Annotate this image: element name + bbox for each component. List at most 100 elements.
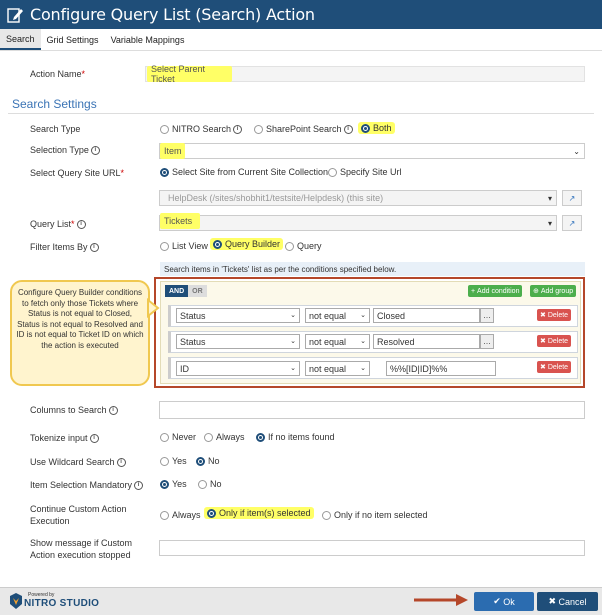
radio-selected-icon xyxy=(256,432,265,442)
radio-icon xyxy=(198,479,207,489)
action-name-value: Select Parent Ticket xyxy=(147,64,232,84)
close-icon: ✖ xyxy=(540,338,548,345)
delete-rule-button[interactable]: ✖ Delete xyxy=(537,309,572,321)
selection-type-value: Item xyxy=(160,143,185,159)
tab-variable-mappings[interactable]: Variable Mappings xyxy=(105,29,191,50)
tab-grid-settings[interactable]: Grid Settings xyxy=(41,29,105,50)
radio-list-view[interactable]: List View xyxy=(160,241,208,251)
add-condition-button[interactable]: + Add condition xyxy=(468,285,523,297)
rule-value-input[interactable]: %%[ID|ID]%% xyxy=(386,361,496,376)
radio-icon xyxy=(160,124,169,134)
cancel-button[interactable]: ✖ Cancel xyxy=(537,592,598,611)
info-icon: i xyxy=(134,481,144,491)
radio-wildcard-no[interactable]: No xyxy=(196,456,220,466)
mandatory-label: Item Selection Mandatory i xyxy=(30,480,144,491)
radio-selected-icon xyxy=(160,167,169,177)
ok-button[interactable]: ✔ Ok xyxy=(474,592,534,611)
logo-top-text: Powered by xyxy=(28,592,55,598)
or-button[interactable]: OR xyxy=(188,285,207,297)
show-message-input[interactable] xyxy=(159,540,585,556)
show-message-label-line1: Show message if Custom xyxy=(30,538,133,548)
close-icon: ✖ xyxy=(540,364,548,371)
delete-rule-button[interactable]: ✖ Delete xyxy=(537,335,572,347)
nitro-logo-icon xyxy=(10,593,22,609)
open-link-icon[interactable]: ↗ xyxy=(562,190,582,206)
callout-pointer xyxy=(147,298,160,319)
rule-operator-select[interactable]: not equal ⌄ xyxy=(305,361,370,376)
radio-mandatory-no[interactable]: No xyxy=(198,479,222,489)
search-type-label: Search Type xyxy=(30,124,81,134)
info-icon: i xyxy=(89,243,99,253)
window-title: Configure Query List (Search) Action xyxy=(30,5,315,24)
radio-sharepoint-search[interactable]: SharePoint Search i xyxy=(254,124,353,134)
logo-main-text: NITRO STUDIO xyxy=(24,598,100,609)
add-group-button[interactable]: ⊕ Add group xyxy=(530,285,577,297)
filter-items-label: Filter Items By i xyxy=(30,242,99,253)
radio-query-builder[interactable]: Query Builder xyxy=(210,238,284,250)
columns-to-search-input[interactable] xyxy=(159,401,585,419)
wildcard-label: Use Wildcard Search i xyxy=(30,457,126,468)
open-link-icon[interactable]: ↗ xyxy=(562,215,582,231)
tokenize-label: Tokenize input i xyxy=(30,433,99,444)
radio-current-site[interactable]: Select Site from Current Site Collection xyxy=(160,167,328,177)
radio-icon xyxy=(160,456,169,466)
continue-execution-label-line1: Continue Custom Action xyxy=(30,504,127,514)
tab-search[interactable]: Search xyxy=(0,29,41,50)
site-select[interactable]: HelpDesk (/sites/shobhit1/testsite/Helpd… xyxy=(159,190,557,206)
check-icon: ✔ xyxy=(493,596,504,606)
radio-selected-icon xyxy=(196,456,205,466)
rule-field-select[interactable]: ID ⌄ xyxy=(176,361,300,376)
radio-mandatory-yes[interactable]: Yes xyxy=(160,479,187,489)
plus-circle-icon: ⊕ xyxy=(533,288,541,295)
radio-nitro-search[interactable]: NITRO Search i xyxy=(160,124,243,134)
radio-only-if-selected[interactable]: Only if item(s) selected xyxy=(204,507,314,519)
radio-query[interactable]: Query xyxy=(285,241,322,251)
rule-value-input[interactable]: Resolved xyxy=(373,334,480,349)
pointer-arrow xyxy=(414,594,468,606)
radio-icon xyxy=(160,241,169,251)
close-icon: ✖ xyxy=(540,312,548,319)
query-builder-header: Search items in 'Tickets' list as per th… xyxy=(160,262,585,276)
rule-operator-select[interactable]: not equal ⌄ xyxy=(305,334,370,349)
radio-never[interactable]: Never xyxy=(160,432,196,442)
rule-value-input[interactable]: Closed xyxy=(373,308,480,323)
radio-only-if-none[interactable]: Only if no item selected xyxy=(322,510,428,520)
delete-rule-button[interactable]: ✖ Delete xyxy=(537,361,572,373)
radio-wildcard-yes[interactable]: Yes xyxy=(160,456,187,466)
radio-icon xyxy=(160,432,169,442)
chevron-down-icon: ⌄ xyxy=(360,312,366,319)
radio-exec-always[interactable]: Always xyxy=(160,510,201,520)
rule-field-select[interactable]: Status ⌄ xyxy=(176,308,300,323)
chevron-down-icon: ⌄ xyxy=(360,338,366,345)
ellipsis-button[interactable]: … xyxy=(480,308,494,323)
rule-operator-select[interactable]: not equal ⌄ xyxy=(305,308,370,323)
radio-both[interactable]: Both xyxy=(358,122,395,134)
info-icon: i xyxy=(116,458,126,468)
radio-selected-icon xyxy=(361,123,370,133)
query-list-value: Tickets xyxy=(160,213,200,229)
info-icon: i xyxy=(343,124,353,134)
radio-icon xyxy=(160,510,169,520)
radio-selected-icon xyxy=(160,479,169,489)
continue-execution-label-line2: Execution xyxy=(30,516,70,526)
radio-icon xyxy=(204,432,213,442)
selection-type-label: Selection Type i xyxy=(30,145,100,156)
query-list-select[interactable]: ▾ xyxy=(159,215,557,231)
radio-icon xyxy=(328,167,337,177)
radio-specify-site[interactable]: Specify Site Url xyxy=(328,167,402,177)
radio-selected-icon xyxy=(207,508,216,518)
show-message-label-line2: Action execution stopped xyxy=(30,550,131,560)
radio-always[interactable]: Always xyxy=(204,432,245,442)
query-site-label: Select Query Site URL* xyxy=(30,168,125,178)
chevron-down-icon: ⌄ xyxy=(360,365,366,372)
rule-field-select[interactable]: Status ⌄ xyxy=(176,334,300,349)
selection-type-select[interactable]: ⌄ xyxy=(159,143,585,159)
ellipsis-button[interactable]: … xyxy=(480,334,494,349)
edit-icon xyxy=(7,7,23,23)
radio-if-no-items[interactable]: If no items found xyxy=(256,432,335,442)
close-icon: ✖ xyxy=(548,596,559,606)
and-or-toggle: AND OR xyxy=(165,285,207,297)
query-list-label: Query List* i xyxy=(30,219,86,230)
title-bar: Configure Query List (Search) Action xyxy=(0,0,602,29)
and-button[interactable]: AND xyxy=(165,285,189,297)
